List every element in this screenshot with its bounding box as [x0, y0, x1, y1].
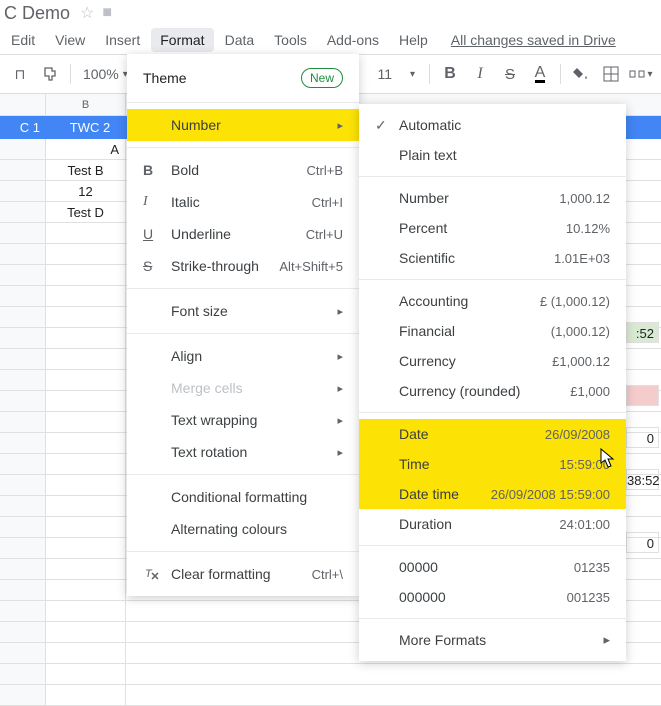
menu-wrap[interactable]: Text wrapping▸ [127, 404, 359, 436]
menu-edit[interactable]: Edit [2, 28, 44, 52]
menu-fontsize[interactable]: Font size▸ [127, 295, 359, 327]
num-currency-rounded[interactable]: Currency (rounded)£1,000 [359, 376, 626, 406]
bold-button[interactable]: B [436, 60, 464, 88]
menu-merge: Merge cells▸ [127, 372, 359, 404]
menu-rotation[interactable]: Text rotation▸ [127, 436, 359, 468]
cell-b2[interactable]: A [46, 139, 126, 159]
print-icon[interactable]: ⊓ [6, 60, 34, 88]
menu-align[interactable]: Align▸ [127, 340, 359, 372]
menu-tools[interactable]: Tools [265, 28, 316, 52]
menu-clear[interactable]: TClear formattingCtrl+\ [127, 558, 359, 590]
cell-b4[interactable]: 12 [46, 181, 126, 201]
new-badge: New [301, 68, 343, 88]
num-datetime[interactable]: Date time26/09/2008 15:59:00 [359, 479, 626, 509]
hdr-twc2: TWC 2 [46, 116, 126, 139]
num-scientific[interactable]: Scientific1.01E+03 [359, 243, 626, 273]
menu-underline[interactable]: UUnderlineCtrl+U [127, 218, 359, 250]
save-status[interactable]: All changes saved in Drive [451, 32, 616, 48]
fill-color-button[interactable] [567, 60, 595, 88]
merge-button[interactable]: ▾ [627, 60, 655, 88]
menu-addons[interactable]: Add-ons [318, 28, 388, 52]
col-header-b[interactable]: B [46, 94, 126, 115]
menu-view[interactable]: View [46, 28, 94, 52]
num-duration[interactable]: Duration24:01:00 [359, 509, 626, 539]
cell-rt2[interactable] [626, 385, 659, 406]
num-z6[interactable]: 000000001235 [359, 582, 626, 612]
menu-help[interactable]: Help [390, 28, 437, 52]
num-currency[interactable]: Currency£1,000.12 [359, 346, 626, 376]
hdr-c1: C 1 [0, 116, 46, 139]
cell-rt5[interactable]: 0 [626, 532, 659, 553]
num-more[interactable]: More Formats▸ [359, 625, 626, 655]
borders-button[interactable] [597, 60, 625, 88]
zoom-select[interactable]: 100%▾ [77, 66, 134, 82]
num-financial[interactable]: Financial(1,000.12) [359, 316, 626, 346]
cell-rt4[interactable]: 38:52 [626, 469, 659, 490]
menu-data[interactable]: Data [216, 28, 264, 52]
num-time[interactable]: Time15:59:00 [359, 449, 626, 479]
star-icon[interactable]: ☆ [80, 3, 94, 23]
num-date[interactable]: Date26/09/2008 [359, 419, 626, 449]
paint-icon[interactable] [36, 60, 64, 88]
menu-bar: Edit View Insert Format Data Tools Add-o… [0, 26, 661, 54]
strike-button[interactable]: S [496, 60, 524, 88]
num-percent[interactable]: Percent10.12% [359, 213, 626, 243]
fontsize-select[interactable]: 11▾ [369, 66, 423, 82]
text-color-button[interactable]: A [526, 60, 554, 88]
check-icon: ✓ [375, 117, 399, 134]
menu-conditional[interactable]: Conditional formatting [127, 481, 359, 513]
num-automatic[interactable]: ✓Automatic [359, 110, 626, 140]
corner-cell[interactable] [0, 94, 46, 115]
doc-title[interactable]: C Demo [4, 3, 70, 24]
menu-strike[interactable]: SStrike-throughAlt+Shift+5 [127, 250, 359, 282]
cell-rt1[interactable]: :52 [626, 322, 659, 343]
menu-alternating[interactable]: Alternating colours [127, 513, 359, 545]
italic-button[interactable]: I [466, 60, 494, 88]
folder-icon[interactable]: ■ [102, 4, 112, 22]
title-bar: C Demo ☆ ■ [0, 0, 661, 26]
cell-rt3[interactable]: 0 [626, 427, 659, 448]
menu-italic[interactable]: IItalicCtrl+I [127, 186, 359, 218]
clear-format-icon: T [143, 565, 171, 584]
menu-bold[interactable]: BBoldCtrl+B [127, 154, 359, 186]
menu-insert[interactable]: Insert [96, 28, 149, 52]
num-z5[interactable]: 0000001235 [359, 552, 626, 582]
num-plain[interactable]: Plain text [359, 140, 626, 170]
format-menu: Theme New Number▸ BBoldCtrl+B IItalicCtr… [127, 54, 359, 596]
num-accounting[interactable]: Accounting£ (1,000.12) [359, 286, 626, 316]
number-submenu: ✓Automatic Plain text Number1,000.12 Per… [359, 104, 626, 661]
menu-number[interactable]: Number▸ [127, 109, 359, 141]
num-number[interactable]: Number1,000.12 [359, 183, 626, 213]
cell-b3[interactable]: Test B [46, 160, 126, 180]
menu-theme[interactable]: Theme New [127, 60, 359, 96]
cell-b5[interactable]: Test D [46, 202, 126, 222]
menu-format[interactable]: Format [151, 28, 213, 52]
